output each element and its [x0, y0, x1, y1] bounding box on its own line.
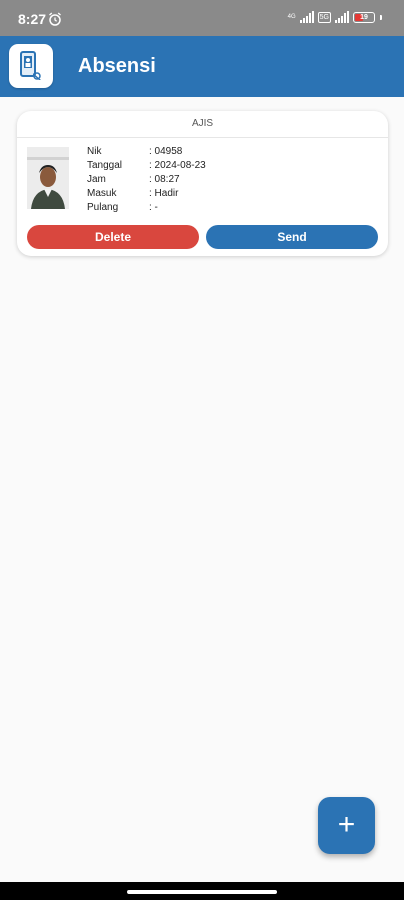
employee-photo: [27, 147, 69, 209]
field-value: : 2024-08-23: [149, 160, 206, 171]
field-label: Tanggal: [87, 160, 123, 171]
field-value: : Hadir: [149, 188, 179, 199]
signal-icon: [299, 11, 314, 23]
plus-icon: +: [337, 808, 356, 841]
delete-button[interactable]: Delete: [27, 225, 199, 249]
record-info: Nik : 04958 Tanggal : 2024-08-23 Jam : 0…: [87, 145, 206, 215]
battery-level: 19: [360, 13, 368, 21]
status-icons: 4G 5G 19: [286, 11, 382, 23]
send-button[interactable]: Send: [206, 225, 378, 249]
battery-cap: [380, 14, 382, 20]
battery-icon: 19: [353, 11, 375, 23]
signal-icon-secondary: [335, 11, 349, 23]
info-row-pulang: Pulang : -: [87, 201, 206, 215]
system-nav-bar: [0, 882, 404, 900]
app-title: Absensi: [78, 55, 156, 77]
field-label: Nik: [87, 146, 102, 157]
field-label: Pulang: [87, 202, 119, 213]
card-header: AJIS: [17, 111, 388, 138]
field-value: : 04958: [149, 146, 183, 157]
status-time: 8:27: [18, 11, 47, 27]
attendance-card: AJIS Nik : 04958 Tanggal : 2024-08-23 Ja…: [17, 111, 388, 256]
info-row-tanggal: Tanggal : 2024-08-23: [87, 159, 206, 173]
field-label: Jam: [87, 174, 106, 185]
network-type-label: 4G: [287, 14, 296, 20]
info-row-jam: Jam : 08:27: [87, 173, 206, 187]
app-bar: Absensi: [0, 36, 404, 97]
info-row-masuk: Masuk : Hadir: [87, 187, 206, 201]
field-label: Masuk: [87, 188, 117, 199]
home-indicator[interactable]: [127, 890, 277, 894]
field-value: : 08:27: [149, 174, 180, 185]
field-value: : -: [149, 202, 158, 213]
app-logo: [9, 44, 53, 88]
alarm-clock-icon: [49, 12, 61, 26]
info-row-nik: Nik : 04958: [87, 145, 206, 159]
add-attendance-button[interactable]: +: [318, 797, 375, 854]
network-badge: 5G: [317, 11, 331, 23]
phone-attendance-icon: [20, 51, 41, 80]
status-bar: 8:27 4G 5G 19: [0, 0, 404, 36]
